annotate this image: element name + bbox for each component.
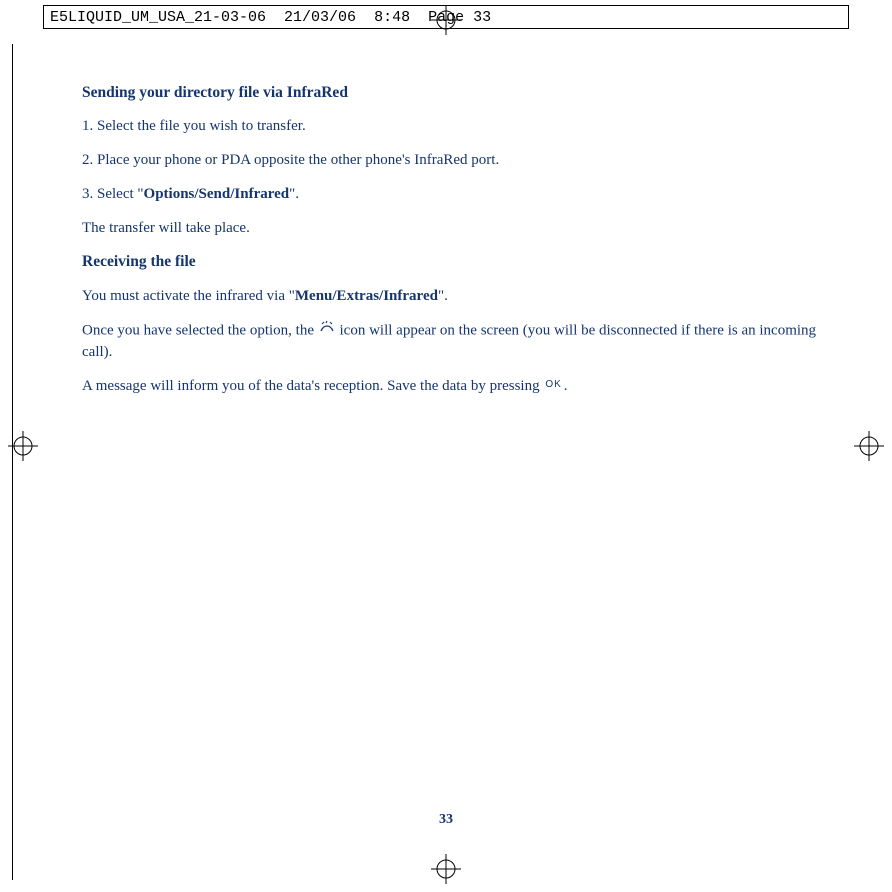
registration-mark-bottom-icon: [431, 854, 461, 884]
step-3-suffix: ".: [289, 186, 299, 202]
ok-key-icon: OK: [545, 378, 561, 393]
infrared-icon: [320, 320, 334, 342]
step-1: 1. Select the file you wish to transfer.: [82, 116, 840, 138]
receive-activate: You must activate the infrared via "Menu…: [82, 286, 840, 308]
after-steps: The transfer will take place.: [82, 218, 840, 240]
recv-suffix: ".: [438, 288, 448, 304]
step-3-number: 3.: [82, 186, 93, 202]
step-1-number: 1.: [82, 118, 93, 134]
registration-mark-right-icon: [854, 431, 884, 461]
heading-sending: Sending your directory file via InfraRed: [82, 82, 840, 104]
save-para-after: .: [564, 378, 568, 394]
save-para-before: A message will inform you of the data's …: [82, 378, 543, 394]
page-number: 33: [0, 812, 892, 828]
icon-paragraph: Once you have selected the option, the i…: [82, 320, 840, 364]
step-3: 3. Select "Options/Send/Infrared".: [82, 184, 840, 206]
registration-mark-left-icon: [8, 431, 38, 461]
step-2-text: Place your phone or PDA opposite the oth…: [97, 152, 499, 168]
heading-receiving: Receiving the file: [82, 251, 840, 273]
registration-mark-top-icon: [431, 5, 461, 40]
step-3-bold: Options/Send/Infrared: [144, 186, 290, 202]
header-filename: E5LIQUID_UM_USA_21-03-06: [50, 9, 266, 26]
step-2: 2. Place your phone or PDA opposite the …: [82, 150, 840, 172]
page-content: Sending your directory file via InfraRed…: [82, 82, 840, 409]
icon-para-before: Once you have selected the option, the: [82, 322, 318, 338]
recv-prefix: You must activate the infrared via ": [82, 288, 295, 304]
step-1-text: Select the file you wish to transfer.: [97, 118, 306, 134]
header-time: 8:48: [374, 9, 410, 26]
recv-bold: Menu/Extras/Infrared: [295, 288, 438, 304]
header-date: 21/03/06: [284, 9, 356, 26]
save-paragraph: A message will inform you of the data's …: [82, 376, 840, 398]
step-2-number: 2.: [82, 152, 93, 168]
step-3-prefix: Select ": [97, 186, 144, 202]
